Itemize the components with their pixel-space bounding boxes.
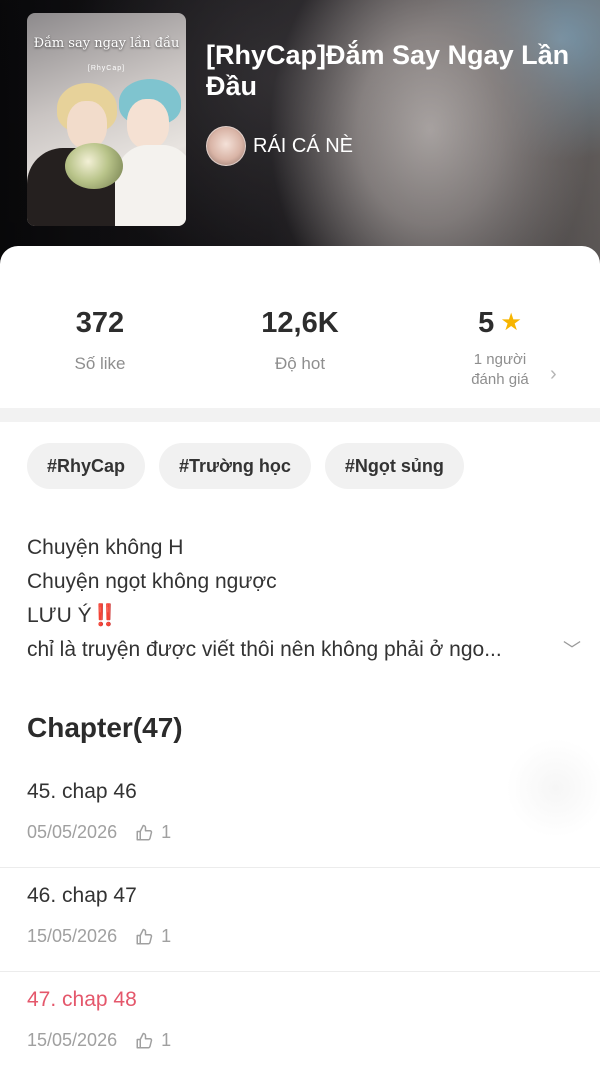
stat-likes: 372 Số like <box>0 306 200 374</box>
chapter-item[interactable]: 46. chap 47 15/05/2026 1 <box>0 868 600 972</box>
chapter-likes: 1 <box>161 926 172 946</box>
chapter-header: Chapter(47) <box>27 712 183 743</box>
double-exclamation-icon: ‼️ <box>91 604 118 627</box>
author-name[interactable]: RÁI CÁ NÈ <box>253 135 353 158</box>
description-line: Chuyện ngọt không ngược <box>27 570 277 593</box>
rating-value: 5 <box>478 307 495 339</box>
cover-title: Đắm say ngay lần đầu <box>33 36 180 51</box>
book-cover[interactable]: Đắm say ngay lần đầu [RhyCap] <box>27 13 186 226</box>
author-avatar[interactable] <box>206 126 246 166</box>
chapter-likes: 1 <box>161 822 172 842</box>
chapter-date: 05/05/2026 <box>27 822 118 842</box>
stat-hot: 12,6K Độ hot <box>200 306 400 374</box>
star-icon: ★ <box>500 309 522 336</box>
rating-count-label: 1 người đánh giá <box>400 350 600 390</box>
book-title: [RhyCap]Đắm Say Ngay Lần Đầu <box>206 40 570 101</box>
thumbs-up-icon <box>136 824 153 840</box>
rating-count-line1: 1 người <box>473 351 527 368</box>
hot-count: 12,6K <box>261 307 339 339</box>
chapter-date: 15/05/2026 <box>27 926 118 946</box>
tag-ngot-sung[interactable]: #Ngọt sủng <box>324 443 464 489</box>
cover-art <box>115 145 186 226</box>
chapter-item[interactable]: 45. chap 46 05/05/2026 1 <box>0 764 600 868</box>
thumbs-up-icon <box>136 1032 153 1048</box>
tag-list: #RhyCap #Trường học #Ngọt sủng <box>27 443 464 489</box>
chapter-date: 15/05/2026 <box>27 1030 118 1050</box>
chevron-down-icon[interactable]: ﹀ <box>563 633 581 667</box>
cover-art <box>127 99 169 149</box>
cover-art <box>65 143 123 189</box>
cover-art <box>67 101 107 149</box>
chapter-title: 47. chap 48 <box>27 988 137 1011</box>
description-warning: LƯU Ý <box>27 604 92 627</box>
chapter-title: 45. chap 46 <box>27 780 137 803</box>
description-truncated: chỉ là truyện được viết thôi nên không p… <box>27 638 502 661</box>
chapter-list: 45. chap 46 05/05/2026 1 46. chap 47 15/… <box>0 764 600 1069</box>
description-line: chỉ là truyện được viết thôi nên không p… <box>27 633 581 667</box>
rating-count-line2: đánh giá <box>471 371 529 388</box>
chapter-meta: 15/05/2026 1 <box>27 1030 171 1051</box>
chapter-item-current[interactable]: 47. chap 48 15/05/2026 1 <box>0 972 600 1069</box>
thumbs-up-icon <box>136 928 153 944</box>
description[interactable]: Chuyện không H Chuyện ngọt không ngược L… <box>27 531 581 667</box>
section-divider <box>0 408 600 422</box>
chapter-likes: 1 <box>161 1030 172 1050</box>
chapter-meta: 05/05/2026 1 <box>27 822 171 843</box>
stat-rating[interactable]: 5 ★ 1 người đánh giá <box>400 306 600 390</box>
chapter-title: 46. chap 47 <box>27 884 137 907</box>
author-link[interactable]: RÁI CÁ NÈ <box>206 126 353 166</box>
tag-rhycap[interactable]: #RhyCap <box>27 443 146 489</box>
description-line: Chuyện không H <box>27 536 184 559</box>
rating-value-row: 5 ★ <box>400 306 600 340</box>
likes-label: Số like <box>74 354 126 373</box>
description-line: LƯU Ý‼️ <box>27 599 577 633</box>
cover-subtitle: [RhyCap] <box>87 65 126 72</box>
chevron-right-icon[interactable]: › <box>550 363 557 386</box>
likes-count: 372 <box>75 307 125 339</box>
tag-truong-hoc[interactable]: #Trường học <box>159 443 311 489</box>
chapter-meta: 15/05/2026 1 <box>27 926 171 947</box>
stats-row: 372 Số like 12,6K Độ hot 5 ★ 1 người đán… <box>0 246 600 406</box>
hot-label: Độ hot <box>274 354 326 373</box>
detail-sheet: 372 Số like 12,6K Độ hot 5 ★ 1 người đán… <box>0 246 600 1069</box>
